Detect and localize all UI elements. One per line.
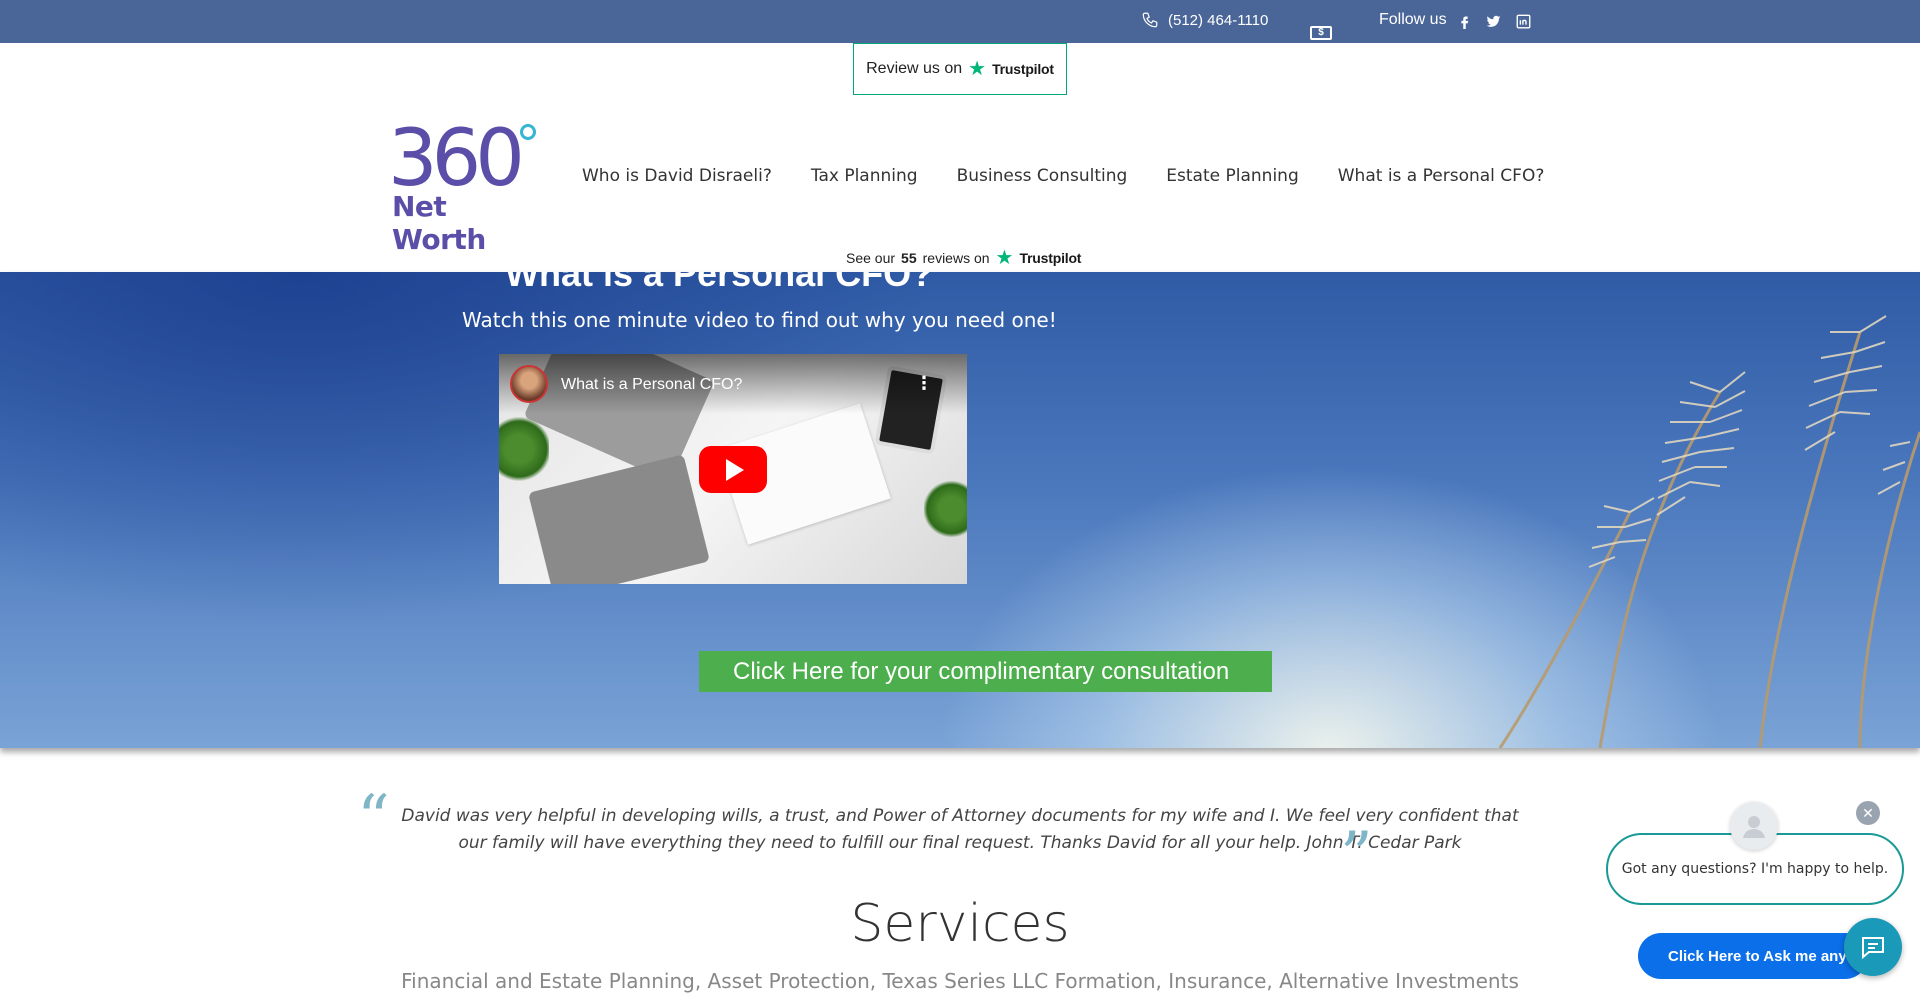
nav-item-estate-planning[interactable]: Estate Planning (1166, 166, 1298, 186)
phone-icon (1142, 12, 1158, 28)
main-nav: Who is David Disraeli? Tax Planning Busi… (582, 166, 1544, 186)
reviews-suffix: reviews on (922, 250, 990, 266)
close-icon[interactable]: ✕ (1856, 801, 1880, 825)
logo-ring-icon (520, 124, 536, 140)
trustpilot-wordmark: Trustpilot (1019, 250, 1082, 266)
phone-number: (512) 464-1110 (1168, 11, 1269, 29)
logo-text: Net Worth (392, 190, 486, 256)
follow-label: Follow us (1379, 11, 1447, 28)
open-quote-icon: “ (357, 782, 390, 856)
trustpilot-reviews-link[interactable]: See our 55 reviews on ★ Trustpilot (846, 248, 1081, 268)
trustpilot-star-icon: ★ (968, 58, 987, 80)
top-bar: (512) 464-1110 $ Follow us (0, 0, 1920, 43)
video-player[interactable]: What is a Personal CFO? ⋮ (499, 354, 967, 584)
hero-subtitle: Watch this one minute video to find out … (462, 308, 1057, 332)
review-button-label: Review us on (866, 60, 963, 77)
video-title[interactable]: What is a Personal CFO? (561, 376, 742, 394)
money-icon[interactable]: $ (1310, 26, 1332, 40)
linkedin-icon[interactable] (1514, 12, 1532, 30)
ask-me-button[interactable]: Click Here to Ask me anyt! (1638, 933, 1868, 979)
hero-title: What is a Personal CFO? (505, 272, 934, 294)
channel-avatar[interactable] (510, 365, 548, 403)
trustpilot-star-icon: ★ (995, 247, 1014, 269)
play-button[interactable] (699, 446, 767, 493)
more-options-icon[interactable]: ⋮ (915, 374, 933, 392)
site-header: Review us on ★ Trustpilot 360 Net Worth … (0, 43, 1920, 272)
nav-item-who-is-david[interactable]: Who is David Disraeli? (582, 166, 772, 186)
thumbnail-plant (924, 479, 967, 539)
phone-link[interactable]: (512) 464-1110 (1141, 11, 1268, 29)
nav-item-business-consulting[interactable]: Business Consulting (957, 166, 1128, 186)
chat-icon (1862, 937, 1884, 960)
pampas-grass-image (1498, 315, 1920, 748)
chat-launcher-button[interactable] (1844, 918, 1902, 976)
thumbnail-plant (499, 414, 549, 484)
nav-item-personal-cfo[interactable]: What is a Personal CFO? (1338, 166, 1545, 186)
chat-greeting-text: Got any questions? I'm happy to help. (1621, 861, 1889, 877)
reviews-count: 55 (901, 250, 917, 266)
site-logo[interactable]: 360 Net Worth (388, 114, 538, 256)
nav-item-tax-planning[interactable]: Tax Planning (811, 166, 918, 186)
hero-section: What is a Personal CFO? Watch this one m… (0, 272, 1920, 748)
reviews-prefix: See our (846, 250, 896, 266)
consultation-cta-button[interactable]: Click Here for your complimentary consul… (699, 651, 1272, 692)
facebook-icon[interactable] (1455, 12, 1473, 30)
chat-agent-avatar (1730, 802, 1778, 850)
user-icon (1743, 816, 1765, 838)
trustpilot-wordmark: Trustpilot (992, 61, 1054, 77)
trustpilot-review-button[interactable]: Review us on ★ Trustpilot (853, 43, 1067, 95)
twitter-icon[interactable] (1484, 12, 1502, 30)
services-subtitle: Financial and Estate Planning, Asset Pro… (401, 969, 1519, 993)
close-quote-icon: ” (1340, 819, 1373, 893)
